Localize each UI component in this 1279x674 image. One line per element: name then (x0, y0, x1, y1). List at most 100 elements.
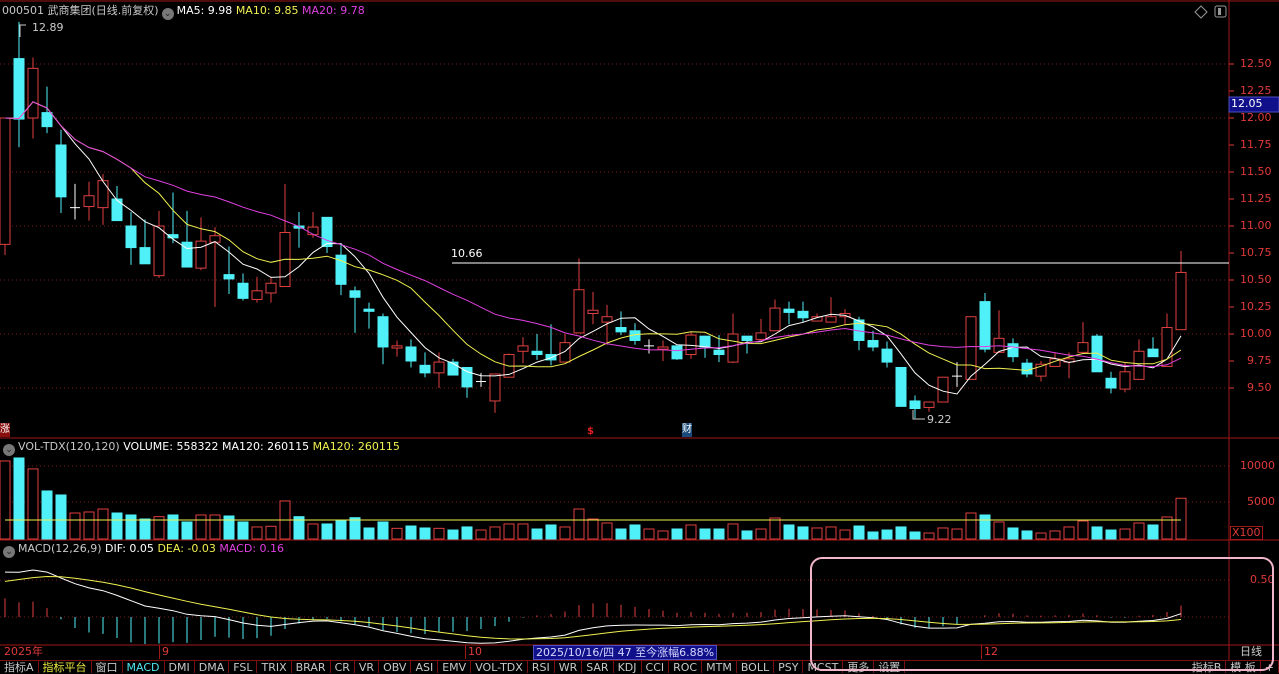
volume-bar (853, 525, 865, 540)
candle-body (377, 316, 389, 348)
tab-18[interactable]: KDJ (614, 661, 642, 674)
tab-23[interactable]: PSY (774, 661, 804, 674)
volume-bar (489, 526, 501, 540)
zhang-marker[interactable]: 涨 (0, 423, 10, 437)
volume-bar (307, 523, 319, 540)
timeline-dec: 12 (981, 645, 998, 659)
tab-0[interactable]: 指标A (0, 661, 39, 674)
candle-body (349, 290, 361, 298)
volume-bar (783, 524, 795, 540)
volume-bar (713, 528, 725, 540)
period-label[interactable]: 日线 (1240, 645, 1262, 659)
volume-bar (615, 528, 627, 540)
tab-9[interactable]: CR (331, 661, 355, 674)
volume-bar (13, 457, 25, 540)
tab-10[interactable]: VR (355, 661, 380, 674)
tab-5[interactable]: DMA (195, 661, 230, 674)
vol-axis-10000: 10000 (1240, 459, 1275, 472)
volume-bar (265, 525, 277, 540)
tab-19[interactable]: CCI (642, 661, 670, 674)
low-label: 9.22 (927, 413, 952, 426)
candle-body (559, 342, 571, 363)
candle-body (195, 240, 207, 269)
tab-3[interactable]: MACD (123, 661, 165, 674)
tab-26[interactable]: 设置 (874, 661, 906, 674)
volume-header: ⌄ VOL-TDX(120,120) VOLUME: 558322 MA120: … (0, 440, 400, 456)
candle-body (1021, 362, 1033, 375)
volume-bar (573, 508, 585, 540)
volume-bar (1175, 497, 1187, 540)
chevron-down-icon[interactable]: ⌄ (3, 444, 15, 456)
tab-14[interactable]: VOL-TDX (471, 661, 528, 674)
tab-24[interactable]: MCST (803, 661, 844, 674)
tab-13[interactable]: EMV (438, 661, 472, 674)
price-axis-label: 10.25 (1240, 300, 1272, 313)
high-marker-arrow (19, 24, 26, 37)
volume-bar (1035, 532, 1047, 540)
tab-11[interactable]: OBV (379, 661, 412, 674)
candle-body (97, 180, 109, 209)
tab-4[interactable]: DMI (165, 661, 195, 674)
volume-bar (727, 523, 739, 540)
candle-body (321, 216, 333, 248)
price-axis-label: 9.50 (1247, 381, 1272, 394)
volume-bar (237, 521, 249, 540)
finance-marker[interactable]: 财 (682, 423, 692, 437)
candle-body (741, 335, 753, 341)
timeline-oct: 10 (465, 645, 482, 659)
tab-indicator-b[interactable]: 指标B (1188, 661, 1227, 674)
tab-17[interactable]: SAR (582, 661, 614, 674)
tab-16[interactable]: WR (555, 661, 583, 674)
ma20-value: MA20: 9.78 (302, 4, 365, 17)
candle-body (615, 327, 627, 333)
price-axis-label: 9.75 (1247, 354, 1272, 367)
dividend-marker[interactable]: $ (587, 425, 594, 439)
kline-chart[interactable] (0, 0, 1279, 673)
tab-20[interactable]: ROC (669, 661, 703, 674)
ma5-value: MA5: 9.98 (176, 4, 233, 17)
tab-8[interactable]: BRAR (292, 661, 331, 674)
volume-bar (1049, 530, 1061, 540)
tab-21[interactable]: MTM (702, 661, 737, 674)
candle-body (671, 345, 683, 360)
tab-15[interactable]: RSI (528, 661, 555, 674)
tab-7[interactable]: TRIX (257, 661, 292, 674)
volume-bar (839, 529, 851, 540)
volume-unit: X100 (1230, 526, 1263, 540)
tab-2[interactable]: 窗口 (92, 661, 123, 674)
stock-code: 000501 (2, 4, 44, 17)
tab-template[interactable]: 模 板 (1226, 661, 1261, 674)
candle-body (405, 346, 417, 362)
tab-25[interactable]: 更多 (843, 661, 875, 674)
tab-6[interactable]: FSL (229, 661, 258, 674)
volume-bar (909, 531, 921, 540)
volume-bar (349, 517, 361, 540)
volume-bar (83, 511, 95, 540)
candle-body (1119, 371, 1131, 390)
candle-body (769, 307, 781, 332)
tab-22[interactable]: BOLL (737, 661, 775, 674)
price-axis-label: 12.25 (1240, 84, 1272, 97)
volume-bar (377, 521, 389, 540)
volume-bar (671, 528, 683, 540)
candle-body (979, 301, 991, 350)
candle-body (251, 290, 263, 300)
candle-body (461, 366, 473, 388)
volume-bar (181, 521, 193, 540)
add-tab-button[interactable]: + (1261, 661, 1279, 674)
candle-body (1147, 348, 1159, 358)
volume-bars (0, 457, 1187, 540)
volume-bar (55, 494, 67, 540)
chevron-down-icon[interactable]: ⌄ (161, 8, 174, 20)
volume-bar (937, 527, 949, 540)
ma20-line (4, 101, 1182, 368)
volume-bar (1021, 530, 1033, 540)
candle-body (363, 308, 375, 312)
volume-bar (811, 527, 823, 540)
chevron-down-icon[interactable]: ⌄ (3, 546, 15, 558)
tab-1[interactable]: 指标平台 (39, 661, 92, 674)
diamond-icon[interactable] (1194, 5, 1208, 19)
tab-12[interactable]: ASI (411, 661, 439, 674)
chart-header: 000501 武商集团(日线.前复权) ⌄ MA5: 9.98 MA10: 9.85… (2, 4, 365, 20)
volume-bar (111, 512, 123, 540)
